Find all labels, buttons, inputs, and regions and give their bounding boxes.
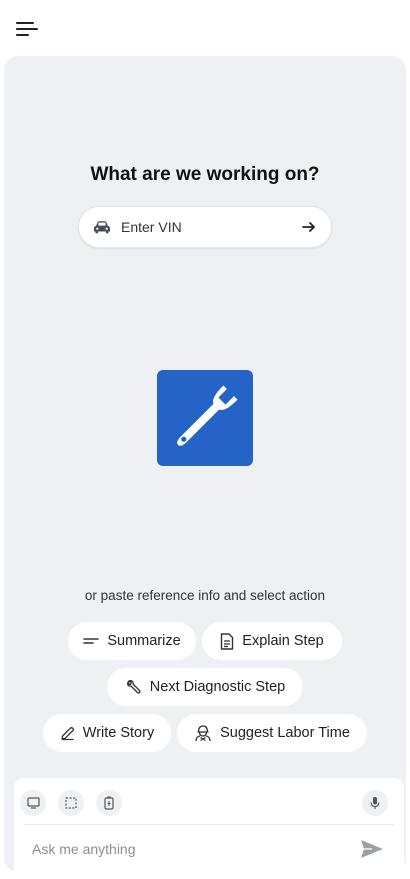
battery-button[interactable] xyxy=(96,790,122,816)
write-story-button[interactable]: Write Story xyxy=(43,714,171,752)
wrench-logo xyxy=(157,370,253,466)
write-story-label: Write Story xyxy=(82,725,155,741)
chat-input[interactable] xyxy=(32,838,332,860)
next-diagnostic-step-button[interactable]: Next Diagnostic Step xyxy=(107,668,303,706)
vin-input[interactable] xyxy=(121,217,291,237)
main-panel: What are we working on? or paste referen… xyxy=(4,56,406,879)
explain-step-label: Explain Step xyxy=(242,633,324,649)
composer-divider xyxy=(24,824,394,825)
mechanic-icon xyxy=(195,725,211,742)
vin-input-box[interactable] xyxy=(78,206,332,248)
chat-composer xyxy=(14,778,404,879)
hamburger-menu-icon[interactable] xyxy=(16,19,38,39)
summarize-label: Summarize xyxy=(107,633,181,649)
selection-icon xyxy=(65,797,77,809)
screen-button[interactable] xyxy=(20,790,46,816)
next-diagnostic-step-label: Next Diagnostic Step xyxy=(149,679,286,695)
selection-button[interactable] xyxy=(58,790,84,816)
pencil-icon xyxy=(61,726,74,740)
lines-icon xyxy=(83,638,100,644)
action-hint: or paste reference info and select actio… xyxy=(84,588,326,603)
screen-icon xyxy=(26,797,40,809)
summarize-button[interactable]: Summarize xyxy=(68,622,196,660)
wrench-icon xyxy=(177,385,238,446)
page-title: What are we working on? xyxy=(90,164,320,185)
send-icon[interactable] xyxy=(360,838,384,860)
explain-step-button[interactable]: Explain Step xyxy=(202,622,342,660)
document-icon xyxy=(221,632,234,650)
battery-icon xyxy=(104,796,114,810)
suggest-labor-time-label: Suggest Labor Time xyxy=(220,725,350,741)
suggest-labor-time-button[interactable]: Suggest Labor Time xyxy=(177,714,367,752)
car-icon xyxy=(94,221,110,234)
top-bar xyxy=(0,0,410,56)
wrench-icon xyxy=(126,679,141,694)
arrow-right-icon[interactable] xyxy=(301,219,317,235)
microphone-button[interactable] xyxy=(362,790,388,816)
microphone-icon xyxy=(370,797,380,809)
